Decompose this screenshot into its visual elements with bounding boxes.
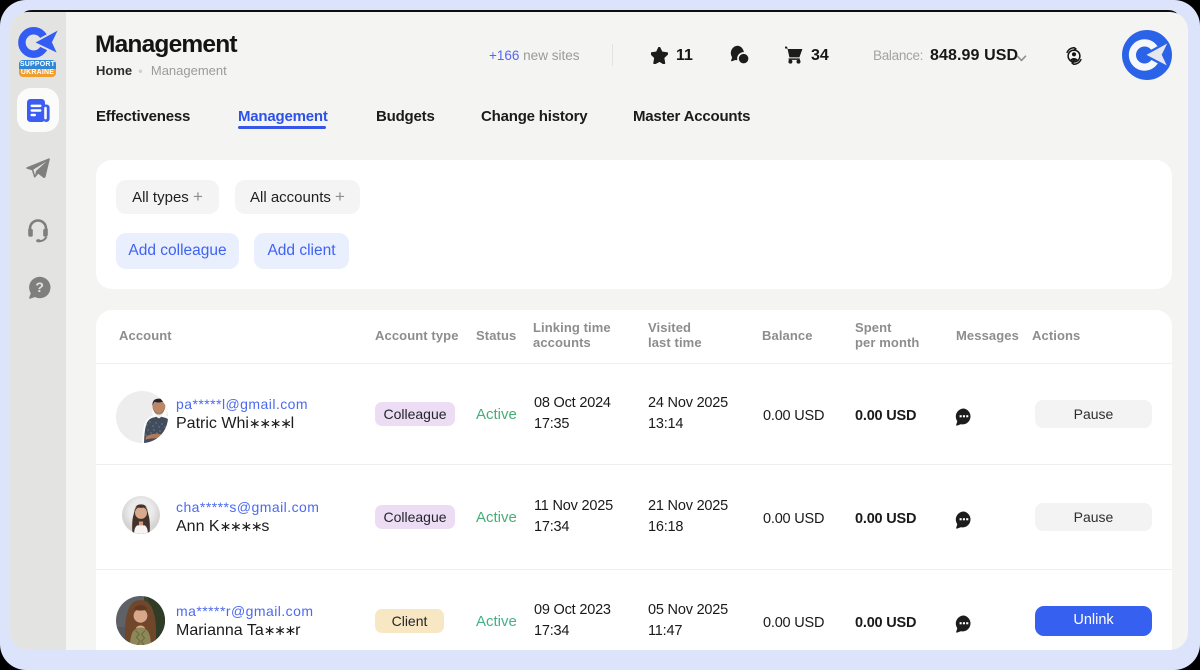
svg-text:?: ? — [35, 279, 44, 295]
